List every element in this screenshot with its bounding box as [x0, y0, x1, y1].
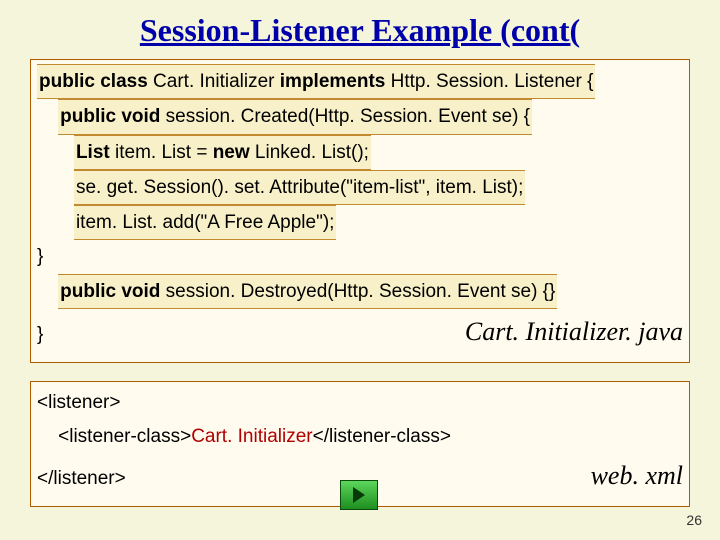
- xml-line-1: <listener>: [37, 386, 683, 419]
- java-code-box: public class Cart. Initializer implement…: [30, 59, 690, 363]
- text-itemlist: item. List =: [115, 142, 213, 163]
- xml-class-open: <listener-class>: [58, 426, 191, 447]
- slide: Session-Listener Example (cont( public c…: [0, 0, 720, 540]
- kw-public-void-1: public void: [60, 106, 160, 127]
- xml-line-2: <listener-class>Cart. Initializer</liste…: [37, 420, 683, 453]
- text-interface: Http. Session. Listener {: [385, 71, 593, 92]
- text-linkedlist: Linked. List();: [250, 142, 369, 163]
- slide-title: Session-Listener Example (cont(: [30, 12, 690, 49]
- java-filename: Cart. Initializer. java: [465, 309, 683, 355]
- play-icon: [353, 487, 365, 503]
- xml-close: </listener>: [37, 462, 126, 495]
- code-line-6: }: [37, 240, 683, 273]
- code-line-7: public void session. Destroyed(Http. Ses…: [37, 274, 683, 309]
- kw-public-class: public class: [39, 71, 148, 92]
- xml-filename: web. xml: [591, 453, 683, 499]
- text-closebrace: }: [37, 318, 43, 351]
- code-line-4: se. get. Session(). set. Attribute("item…: [37, 170, 683, 205]
- code-line-8: } Cart. Initializer. java: [37, 309, 683, 355]
- xml-class-name: Cart. Initializer: [191, 426, 312, 447]
- kw-list: List: [76, 142, 115, 163]
- text-method-created: session. Created(Http. Session. Event se…: [160, 106, 530, 127]
- kw-new: new: [213, 142, 250, 163]
- kw-implements: implements: [280, 71, 386, 92]
- code-line-5: item. List. add("A Free Apple");: [37, 205, 683, 240]
- text-setattr: se. get. Session(). set. Attribute("item…: [74, 170, 525, 205]
- kw-public-void-2: public void: [60, 281, 160, 302]
- page-number: 26: [686, 512, 702, 528]
- text-classname: Cart. Initializer: [148, 71, 280, 92]
- text-add: item. List. add("A Free Apple");: [74, 205, 337, 240]
- code-line-2: public void session. Created(Http. Sessi…: [37, 99, 683, 134]
- xml-class-close: </listener-class>: [313, 426, 451, 447]
- code-line-3: List item. List = new Linked. List();: [37, 135, 683, 170]
- text-method-destroyed: session. Destroyed(Http. Session. Event …: [160, 281, 555, 302]
- code-line-1: public class Cart. Initializer implement…: [37, 64, 683, 99]
- play-button[interactable]: [340, 480, 378, 510]
